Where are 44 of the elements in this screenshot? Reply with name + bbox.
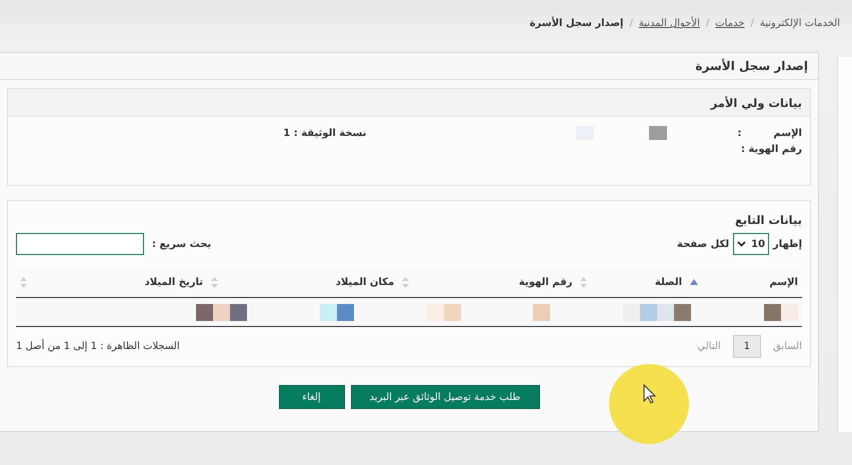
per-page-label: لكل صفحة: [677, 238, 730, 250]
panel-title: إصدار سجل الأسرة: [695, 59, 808, 73]
breadcrumb-link[interactable]: الأحوال المدنية: [638, 18, 700, 29]
breadcrumb-separator: /: [750, 18, 754, 29]
page-button[interactable]: 1: [732, 335, 762, 358]
blurred-mark: [623, 304, 640, 320]
field-label: الإسم: [773, 128, 802, 138]
search-field[interactable]: [16, 233, 144, 255]
field-label: رقم الهوية :: [741, 144, 802, 154]
records-info: السجلات الظاهرة : 1 إلى 1 من أصل 1: [16, 341, 180, 352]
breadcrumb-separator: /: [706, 18, 710, 29]
blurred-mark: [657, 304, 674, 320]
sort-icon: [402, 276, 410, 288]
blurred-mark: [640, 304, 658, 320]
blurred-mark: [426, 304, 444, 320]
blurred-mark: [674, 304, 692, 320]
blurred-mark: [649, 126, 668, 140]
page-size-select[interactable]: 10: [733, 233, 770, 255]
show-label: إظهار: [773, 238, 802, 250]
blurred-mark: [764, 304, 781, 320]
blurred-mark: [213, 304, 230, 320]
sort-icon: [211, 276, 218, 288]
blurred-mark: [196, 304, 214, 320]
blurred-mark: [444, 304, 461, 320]
document-copy-label: نسخة الوثيقة : 1: [283, 128, 366, 138]
request-delivery-button[interactable]: طلب خدمة توصيل الوثائق عبر البريد: [350, 385, 540, 409]
section-title: بيانات التابع: [735, 213, 802, 227]
breadcrumb-separator: /: [629, 18, 633, 29]
search-label: بحث سريع :: [152, 238, 212, 250]
blurred-mark: [533, 304, 550, 320]
breadcrumb-link[interactable]: خدمات: [715, 18, 745, 29]
section-title: بيانات ولي الأمر: [710, 96, 802, 110]
blurred-mark: [230, 304, 248, 320]
blurred-mark: [320, 304, 337, 320]
blurred-mark: [336, 304, 354, 320]
breadcrumb-item: الخدمات الإلكترونية: [760, 18, 840, 29]
sort-ascending-icon: [690, 279, 698, 285]
blurred-mark: [781, 304, 798, 320]
sort-icon: [20, 276, 27, 288]
cancel-button[interactable]: إلغاء: [278, 385, 344, 409]
breadcrumb-current: إصدار سجل الأسرة: [530, 18, 624, 29]
caret-icon: [737, 241, 746, 247]
sort-icon: [580, 276, 588, 288]
colon: :: [737, 128, 742, 138]
